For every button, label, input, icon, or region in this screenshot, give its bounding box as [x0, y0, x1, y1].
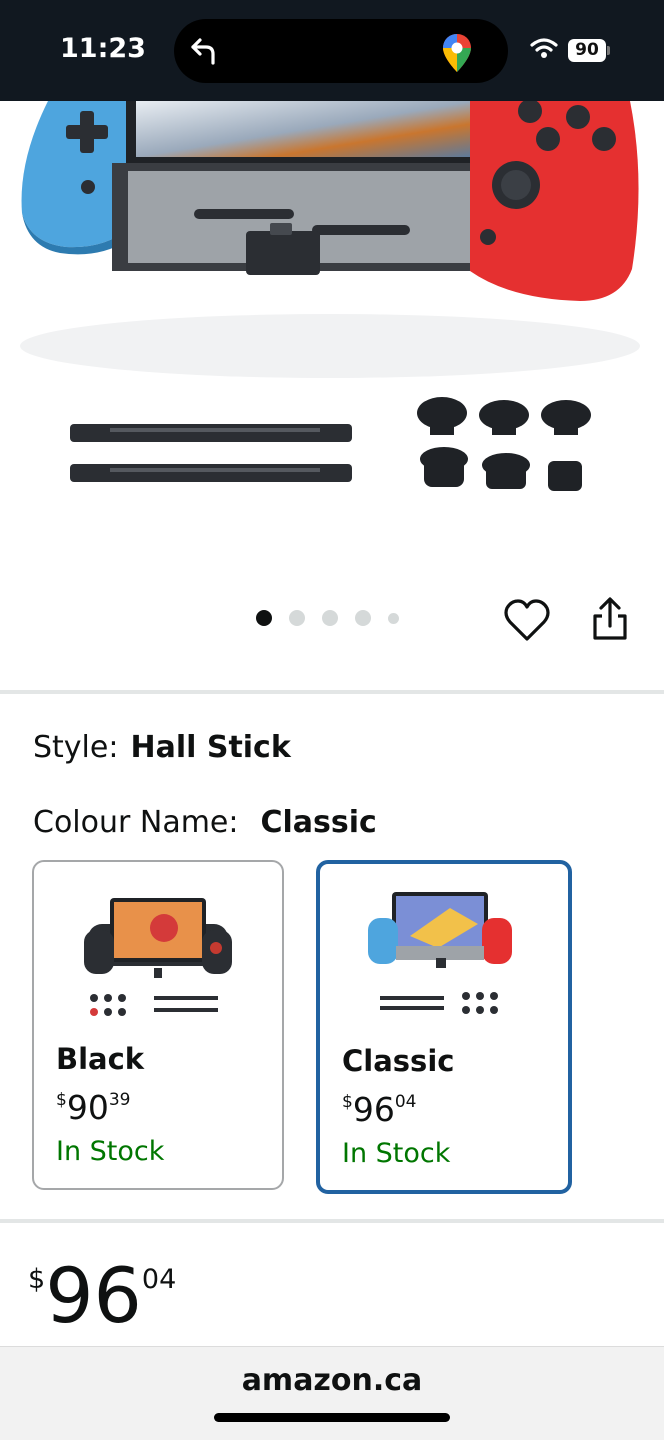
swatch-classic[interactable]: Classic $9604 In Stock — [316, 860, 572, 1194]
status-bar: 11:23 90 — [0, 0, 664, 101]
google-maps-icon — [443, 34, 471, 72]
swatch-black-thumbnail — [84, 898, 232, 1016]
swatch-name: Black — [56, 1042, 145, 1076]
wifi-icon — [530, 38, 558, 58]
stock-status: In Stock — [342, 1138, 451, 1169]
browser-url-bar[interactable]: amazon.ca — [0, 1346, 664, 1440]
home-indicator[interactable] — [214, 1413, 450, 1422]
style-value: Hall Stick — [130, 730, 291, 765]
dynamic-island[interactable] — [174, 19, 508, 83]
price-currency: $ — [56, 1090, 67, 1110]
section-divider — [0, 690, 664, 694]
status-time: 11:23 — [60, 33, 146, 64]
style-label: Style: — [33, 730, 119, 765]
price-currency: $ — [342, 1092, 353, 1112]
product-image[interactable] — [0, 101, 664, 571]
carousel-dot[interactable] — [256, 610, 272, 626]
swatch-price: $9604 — [342, 1090, 416, 1129]
back-arrow-icon[interactable] — [188, 35, 220, 67]
share-icon[interactable] — [589, 596, 631, 642]
url-text[interactable]: amazon.ca — [0, 1363, 664, 1398]
carousel-dot[interactable] — [322, 610, 338, 626]
carousel-indicator[interactable] — [256, 609, 416, 627]
price-currency: $ — [28, 1264, 46, 1295]
battery-tip — [607, 46, 610, 55]
battery-icon: 90 — [568, 39, 606, 62]
swatch-black[interactable]: Black $9039 In Stock — [32, 860, 284, 1190]
section-divider — [0, 1219, 664, 1223]
colour-label: Colour Name: — [33, 805, 239, 840]
price-fraction: 04 — [394, 1092, 417, 1112]
price-whole: 96 — [352, 1090, 395, 1129]
heart-icon[interactable] — [504, 598, 550, 644]
swatch-classic-thumbnail — [368, 892, 512, 1014]
carousel-dot[interactable] — [289, 610, 305, 626]
price-whole: 96 — [45, 1251, 142, 1340]
carousel-dot[interactable] — [355, 610, 371, 626]
style-row: Style: Hall Stick — [33, 730, 291, 765]
price-fraction: 39 — [108, 1090, 131, 1110]
price-whole: 90 — [66, 1088, 109, 1127]
colour-row: Colour Name: Classic — [33, 805, 377, 840]
price-fraction: 04 — [141, 1264, 177, 1295]
swatch-name: Classic — [342, 1044, 455, 1078]
carousel-dot[interactable] — [388, 612, 399, 624]
colour-value: Classic — [260, 805, 377, 840]
swatch-price: $9039 — [56, 1088, 130, 1127]
stock-status: In Stock — [56, 1136, 165, 1167]
product-price: $9604 — [28, 1258, 176, 1334]
